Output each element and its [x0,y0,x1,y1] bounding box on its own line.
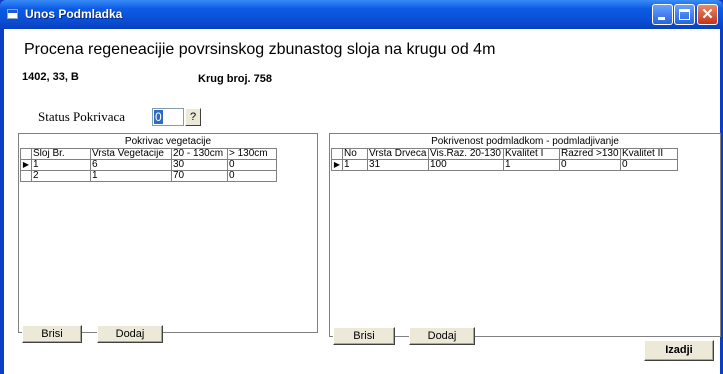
column-header[interactable]: Kvalitet I [503,148,560,160]
column-header[interactable]: No [342,148,368,160]
title-bar[interactable]: Unos Podmladka ✕ [0,0,723,29]
table-cell[interactable]: 2 [31,170,91,182]
left-delete-button[interactable]: Brisi [22,325,82,343]
column-header[interactable]: Razred >130 [559,148,621,160]
row-pointer-icon[interactable]: ▶ [331,159,343,171]
maximize-button[interactable] [674,4,695,25]
table-cell[interactable]: 31 [367,159,429,171]
table-cell[interactable]: 0 [227,159,277,171]
status-input[interactable]: 0 [152,108,184,126]
table-cell[interactable]: 0 [227,170,277,182]
column-header[interactable]: > 130cm [227,148,277,160]
table-cell[interactable]: 0 [620,159,678,171]
regeneration-grid-panel: Pokrivenost podmladkom - podmladjivanje … [329,133,721,337]
table-row[interactable]: ▶ 1 6 30 0 [20,159,277,171]
plot-identifier: 1402, 33, B [22,71,79,83]
table-cell[interactable]: 30 [171,159,228,171]
vegetation-grid-panel: Pokrivac vegetacije Sloj Br. Vrsta Veget… [18,133,318,333]
krug-number: Krug broj. 758 [198,73,272,85]
table-cell[interactable]: 70 [171,170,228,182]
table-row[interactable]: 2 1 70 0 [20,170,277,182]
vegetation-grid-title: Pokrivac vegetacije [124,136,212,147]
page-title: Procena regeneacijie povrsinskog zbunast… [24,41,496,58]
column-header[interactable]: Kvalitet II [620,148,678,160]
status-label: Status Pokrivaca [38,109,126,124]
right-add-button[interactable]: Dodaj [409,327,475,345]
column-header[interactable]: Vrsta Drveca [367,148,429,160]
close-icon: ✕ [701,6,714,23]
row-selector[interactable] [20,170,32,182]
close-button[interactable]: ✕ [697,4,718,25]
app-window: Unos Podmladka ✕ Procena regeneacijie po… [0,0,723,374]
column-header[interactable]: 20 - 130cm [171,148,228,160]
grid-header-row: No Vrsta Drveca Vis.Raz. 20-130 Kvalitet… [331,148,678,160]
grid-corner [20,148,32,160]
grid-header-row: Sloj Br. Vrsta Vegetacije 20 - 130cm > 1… [20,148,277,160]
regeneration-grid: No Vrsta Drveca Vis.Raz. 20-130 Kvalitet… [331,148,678,171]
minimize-icon [658,17,665,20]
minimize-button[interactable] [652,4,673,25]
table-cell[interactable]: 6 [90,159,172,171]
table-cell[interactable]: 0 [559,159,621,171]
maximize-icon [679,9,690,20]
status-help-button[interactable]: ? [185,108,201,126]
table-cell[interactable]: 1 [31,159,91,171]
column-header[interactable]: Vrsta Vegetacije [90,148,172,160]
app-window-icon [7,9,18,19]
exit-button[interactable]: Izadji [644,340,714,361]
left-add-button[interactable]: Dodaj [97,325,163,343]
table-cell[interactable]: 100 [428,159,504,171]
table-cell[interactable]: 1 [90,170,172,182]
form-client-area: Procena regeneacijie povrsinskog zbunast… [4,29,721,374]
row-pointer-icon[interactable]: ▶ [20,159,32,171]
window-title: Unos Podmladka [25,7,123,21]
vegetation-grid: Sloj Br. Vrsta Vegetacije 20 - 130cm > 1… [20,148,277,182]
table-cell[interactable]: 1 [503,159,560,171]
regeneration-grid-title: Pokrivenost podmladkom - podmladjivanje [431,136,619,147]
column-header[interactable]: Vis.Raz. 20-130 [428,148,504,160]
table-row[interactable]: ▶ 1 31 100 1 0 0 [331,159,678,171]
column-header[interactable]: Sloj Br. [31,148,91,160]
status-value: 0 [154,110,163,124]
table-cell[interactable]: 1 [342,159,368,171]
right-delete-button[interactable]: Brisi [333,327,395,345]
grid-corner [331,148,343,160]
